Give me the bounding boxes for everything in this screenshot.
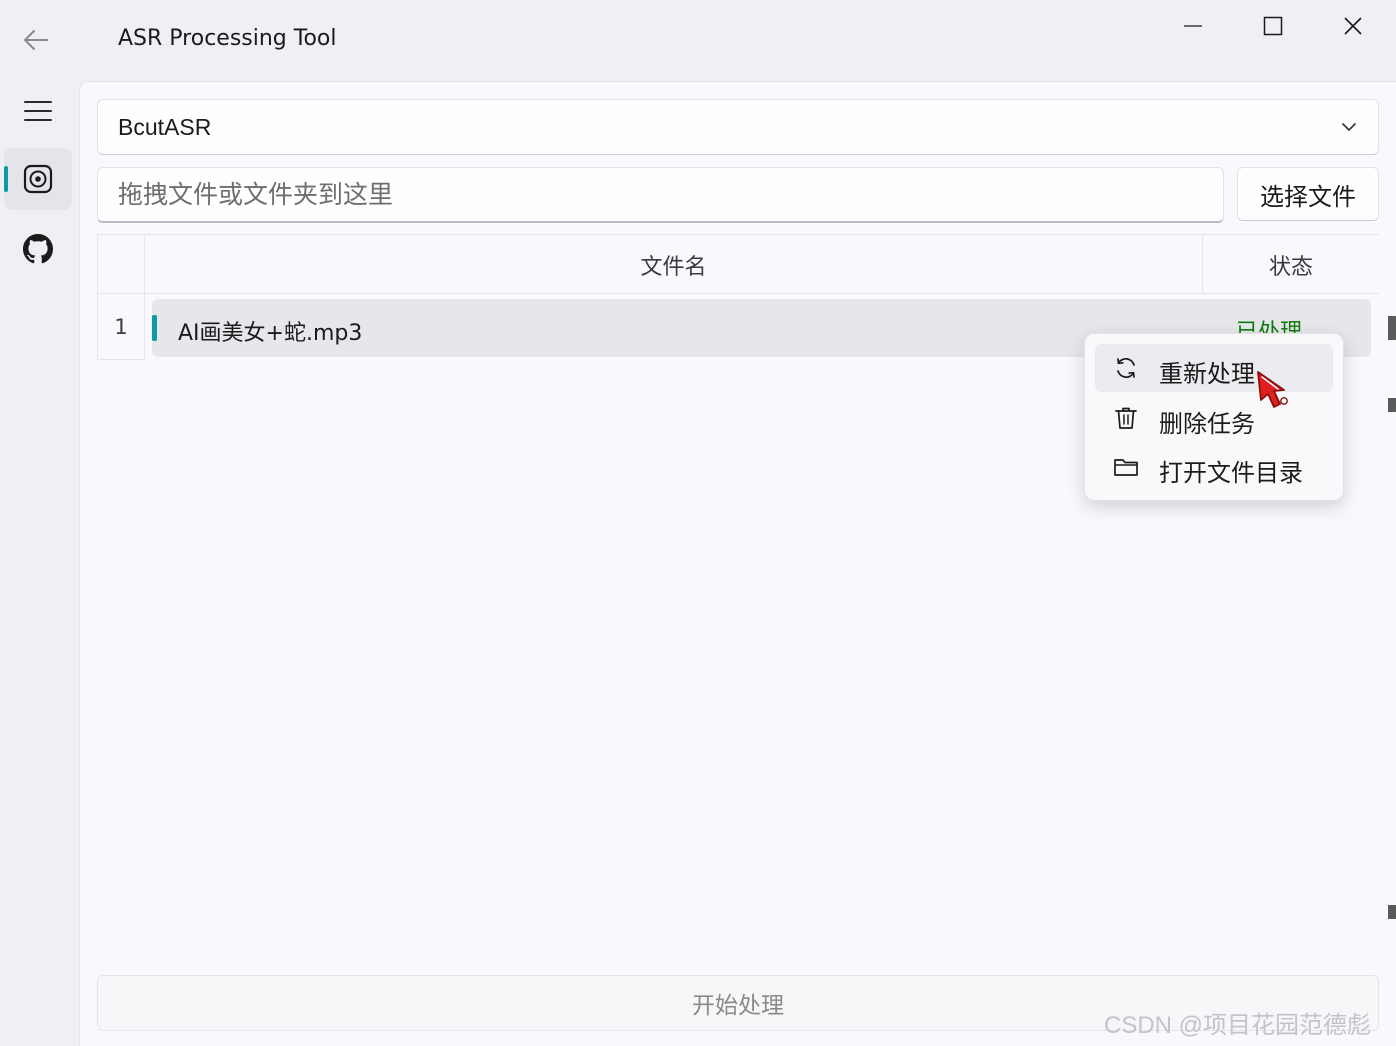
select-file-button[interactable]: 选择文件	[1237, 167, 1379, 221]
row-index: 1	[97, 294, 145, 360]
title-bar: ASR Processing Tool	[0, 0, 1396, 80]
row-selection-bar	[152, 315, 157, 341]
main-content: BcutASR 选择文件 文件名 状态 1 AI画美女+蛇.mp3 已处理 开始…	[79, 81, 1396, 1046]
edge-fragment	[1388, 316, 1396, 340]
menu-item-label: 打开文件目录	[1159, 459, 1303, 487]
header-status[interactable]: 状态	[1203, 234, 1379, 294]
close-icon	[1344, 17, 1362, 35]
close-button[interactable]	[1313, 2, 1393, 50]
menu-toggle-button[interactable]	[4, 80, 72, 142]
menu-item-open-folder[interactable]: 打开文件目录	[1095, 443, 1333, 491]
maximize-button[interactable]	[1233, 2, 1313, 50]
row-filename: AI画美女+蛇.mp3	[178, 321, 363, 346]
hamburger-menu-icon	[24, 101, 52, 121]
menu-item-reprocess[interactable]: 重新处理	[1095, 344, 1333, 392]
refresh-icon	[1113, 355, 1139, 381]
header-index-cell	[97, 234, 145, 294]
menu-item-delete-task[interactable]: 删除任务	[1095, 394, 1333, 442]
table-header: 文件名 状态	[97, 234, 1379, 294]
arrow-left-icon	[24, 30, 48, 50]
watermark-text: CSDN @项目花园范德彪	[1104, 1012, 1372, 1039]
sidebar-item-github[interactable]	[4, 218, 72, 280]
chevron-down-icon	[1342, 123, 1356, 131]
window-title: ASR Processing Tool	[118, 26, 337, 51]
header-filename[interactable]: 文件名	[145, 234, 1203, 294]
maximize-icon	[1263, 16, 1283, 36]
back-button[interactable]	[14, 20, 58, 60]
menu-item-label: 删除任务	[1159, 410, 1255, 438]
folder-icon	[1113, 454, 1139, 480]
file-drop-input[interactable]	[97, 167, 1224, 223]
edge-fragment	[1388, 905, 1396, 919]
selection-indicator	[4, 166, 8, 192]
sidebar-item-asr[interactable]	[4, 148, 72, 210]
row-status: 已处理	[1236, 320, 1303, 334]
trash-icon	[1113, 405, 1139, 431]
edge-fragment	[1388, 398, 1396, 412]
menu-item-label: 重新处理	[1159, 360, 1255, 388]
sidebar	[0, 80, 78, 1046]
record-icon	[23, 164, 53, 194]
mouse-cursor-icon	[1257, 371, 1288, 408]
context-menu: 重新处理 删除任务 打开文件目录	[1084, 333, 1344, 501]
github-icon	[23, 234, 53, 264]
minimize-button[interactable]	[1153, 2, 1233, 50]
app-window: ASR Processing Tool BcutASR 拖拽文件或文件夹到这里 …	[0, 0, 1396, 1046]
asr-engine-value: BcutASR	[118, 113, 212, 140]
asr-engine-select[interactable]: BcutASR	[97, 99, 1379, 155]
minimize-icon	[1184, 25, 1202, 27]
